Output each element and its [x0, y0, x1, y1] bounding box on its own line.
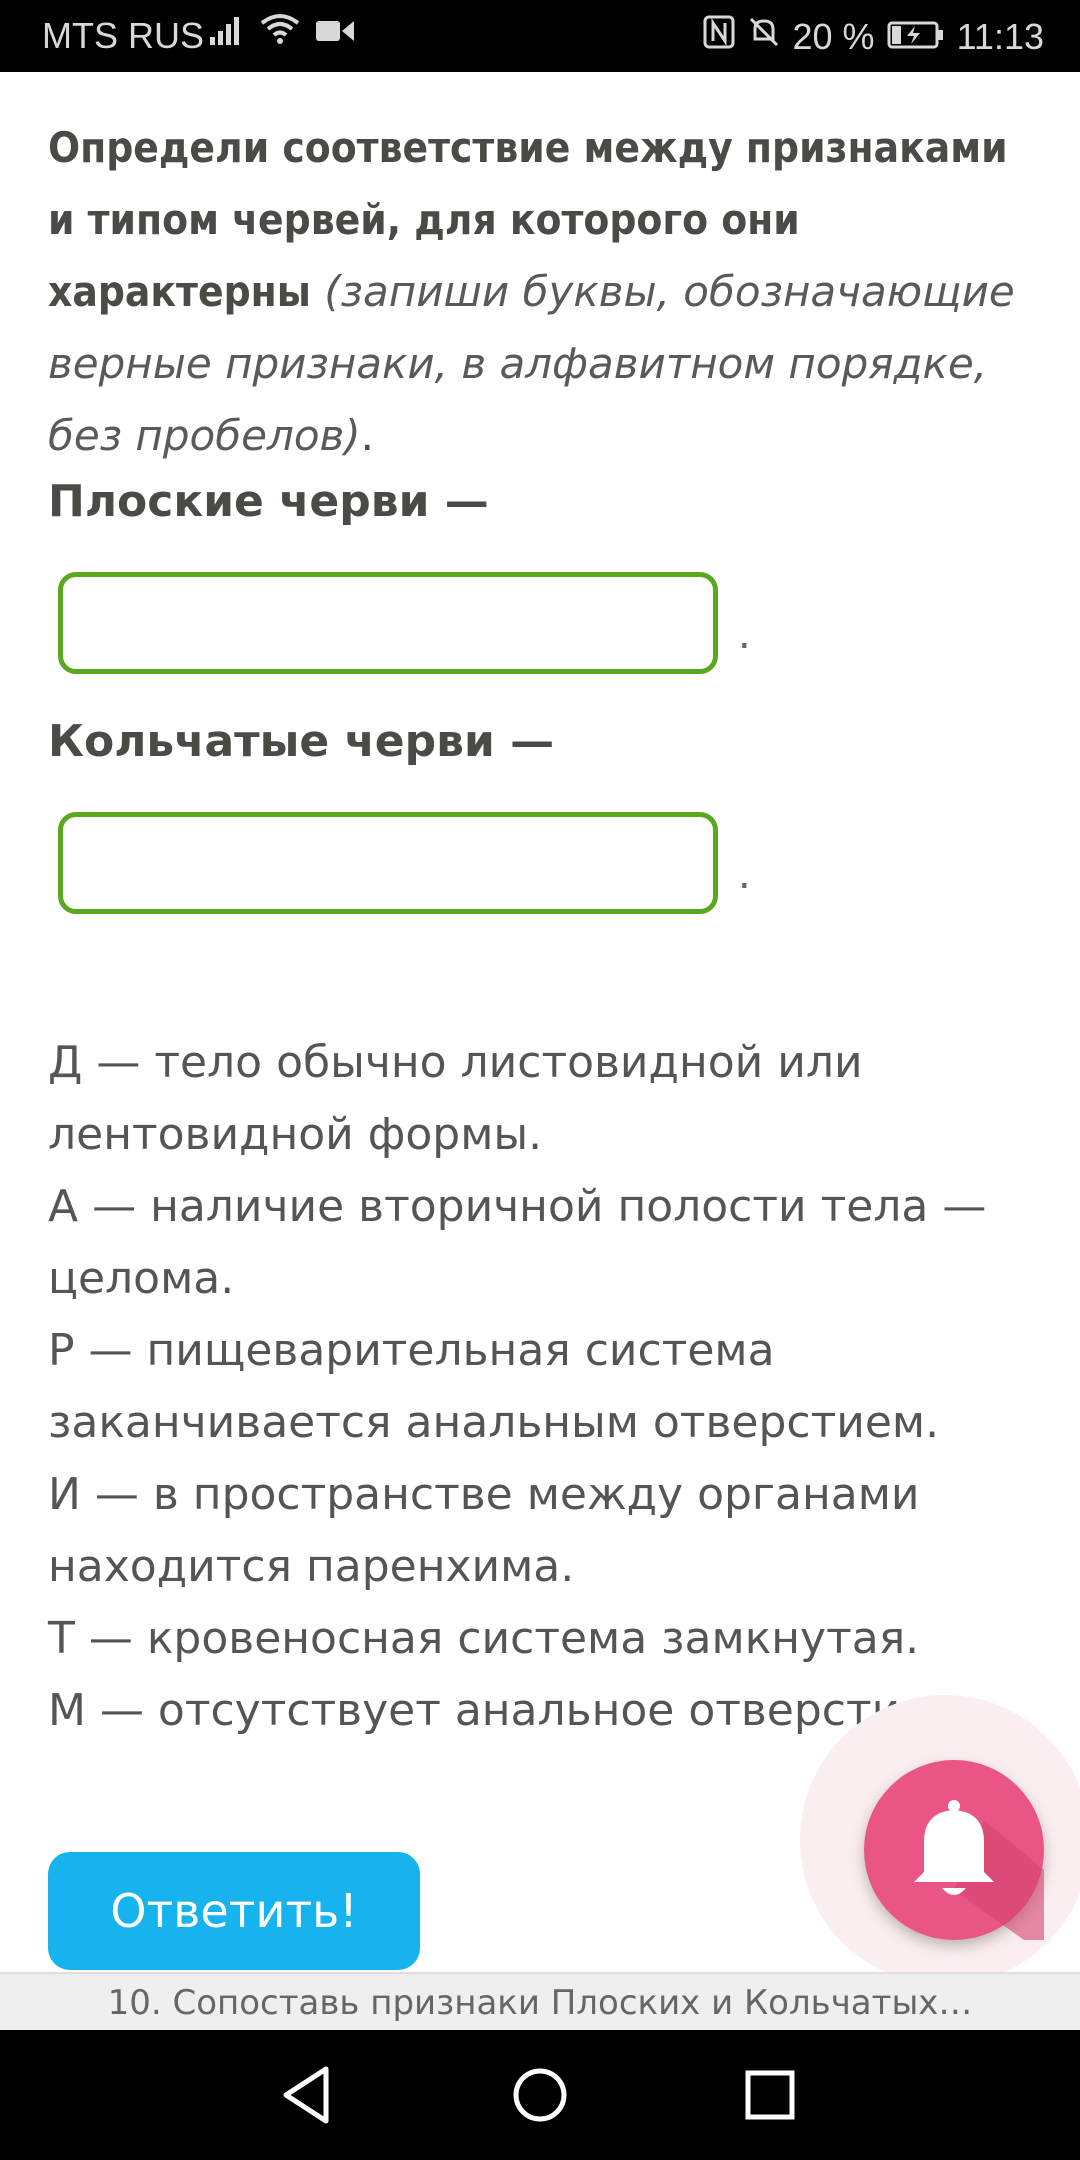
option-item: Р — пищеварительная система заканчиваетс… — [48, 1325, 940, 1448]
task-content: Определи соответствие между признаками и… — [0, 72, 1080, 1972]
recents-icon[interactable] — [730, 2055, 810, 2135]
clock: 11:13 — [956, 15, 1044, 57]
option-item: Т — кровеносная система замкнутая. — [48, 1613, 920, 1664]
battery-percent: 20 % — [792, 15, 875, 57]
annelids-label: Кольчатые черви — — [48, 716, 555, 767]
wifi-icon — [260, 12, 300, 54]
annelids-answer-input[interactable] — [58, 812, 718, 914]
flatworms-answer-input[interactable] — [58, 572, 718, 674]
mute-icon — [747, 15, 781, 58]
question-text: Определи соответствие между признаками и… — [48, 112, 1038, 472]
signal-icon — [210, 12, 244, 54]
navigation-bar — [0, 2030, 1080, 2160]
flatworms-dot: . — [738, 612, 751, 658]
option-item: Д — тело обычно листовидной или лентовид… — [48, 1037, 863, 1160]
option-item: И — в пространстве между органами находи… — [48, 1469, 920, 1592]
flatworms-label: Плоские черви — — [48, 476, 489, 527]
submit-button[interactable]: Ответить! — [48, 1852, 420, 1970]
status-bar: MTS RUS 20 % 11:13 — [0, 0, 1080, 72]
question-end: . — [360, 411, 375, 460]
video-icon — [316, 12, 354, 54]
annelids-dot: . — [738, 852, 751, 898]
option-item: А — наличие вторичной полости тела — цел… — [48, 1181, 987, 1304]
notification-fab[interactable] — [864, 1760, 1044, 1940]
back-icon[interactable] — [268, 2055, 348, 2135]
battery-charging-icon — [887, 16, 945, 58]
nfc-icon — [703, 15, 735, 58]
home-icon[interactable] — [500, 2055, 580, 2135]
options-list: Д — тело обычно листовидной или лентовид… — [48, 1027, 1048, 1747]
bell-icon — [864, 1800, 1044, 1944]
carrier-name: MTS RUS — [42, 15, 204, 56]
task-title-bar[interactable]: 10. Сопоставь признаки Плоских и Кольчат… — [0, 1972, 1080, 2032]
